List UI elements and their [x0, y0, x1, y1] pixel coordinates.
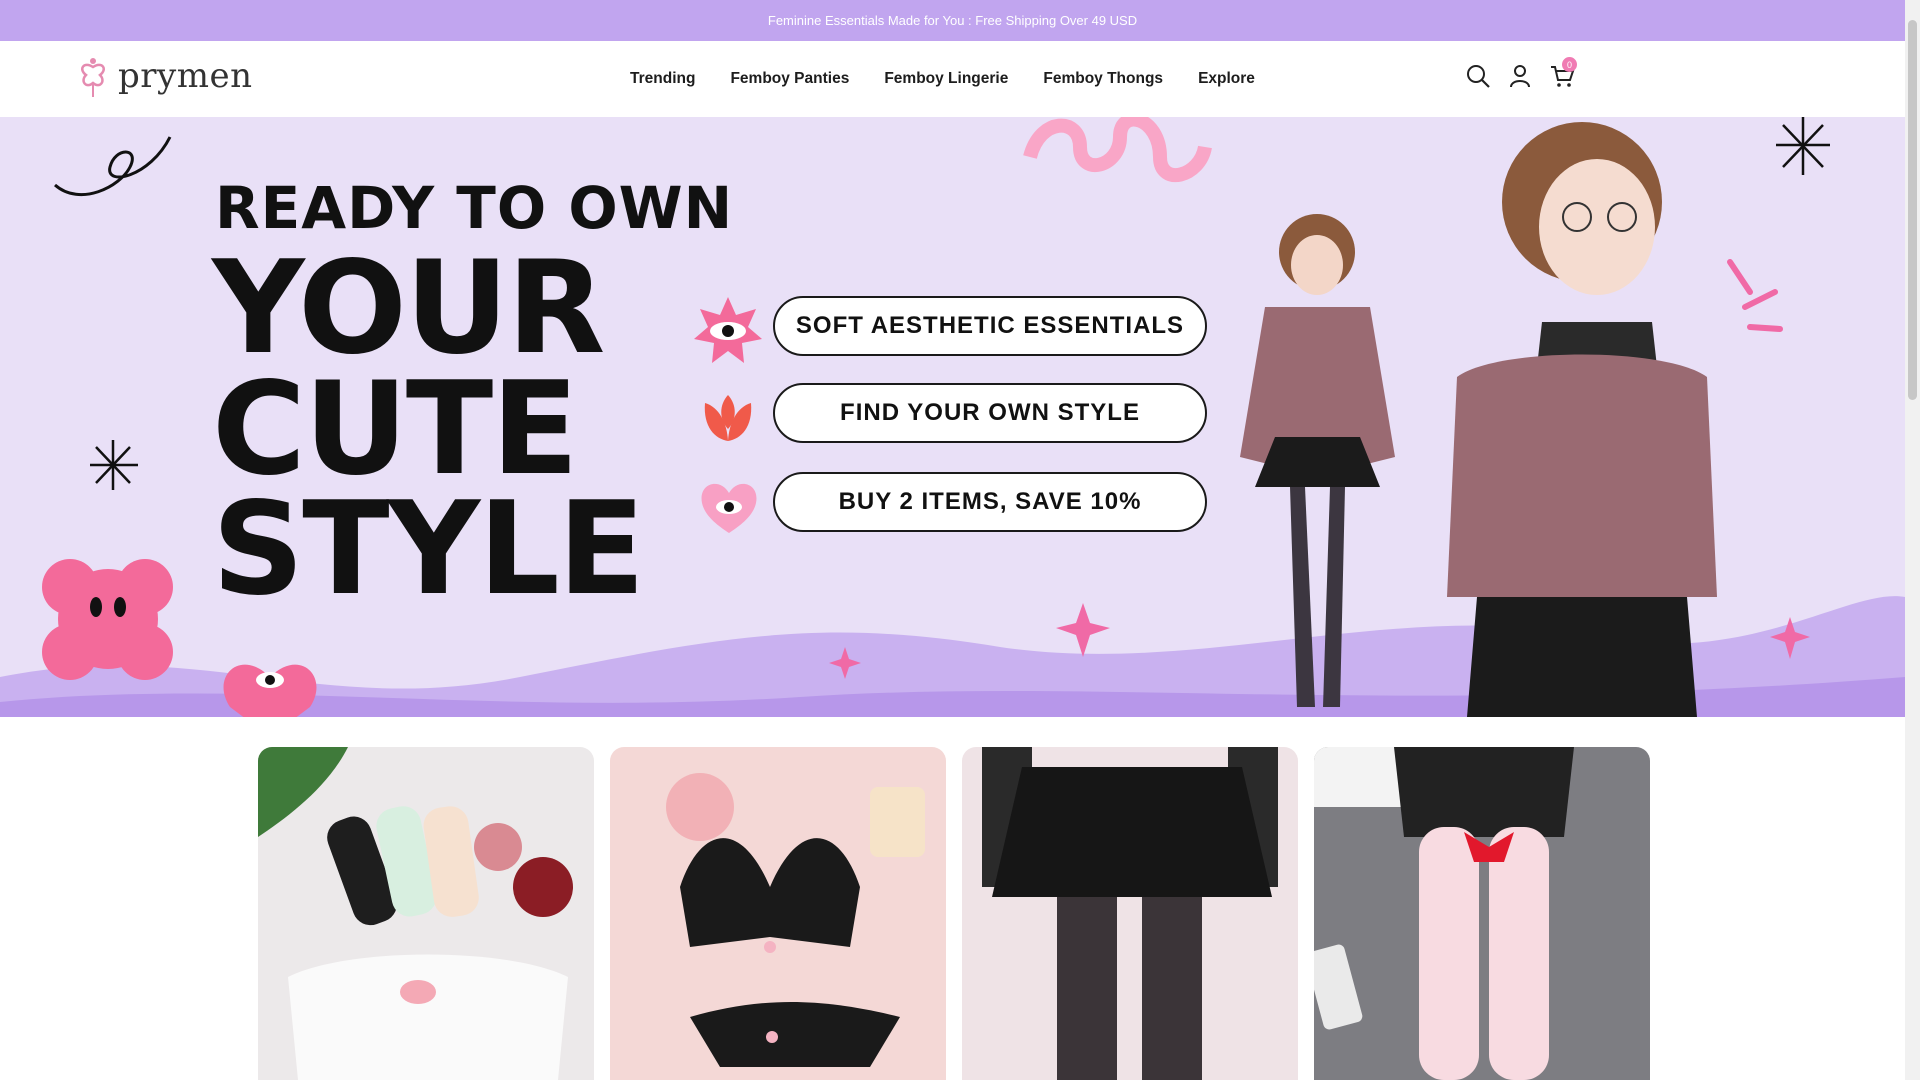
logo[interactable]: prymen [76, 53, 252, 99]
flower-logo-icon [81, 58, 105, 97]
product-card-skirt[interactable] [962, 747, 1298, 1080]
eye-star-icon [694, 297, 762, 363]
nav-trending[interactable]: Trending [630, 70, 695, 88]
nav-femboy-panties[interactable]: Femboy Panties [730, 70, 849, 88]
model-photo-small [1205, 197, 1430, 717]
nav-explore[interactable]: Explore [1198, 70, 1255, 88]
search-icon[interactable] [1465, 63, 1491, 89]
tulip-icon [704, 395, 752, 441]
site-header: prymen Trending Femboy Panties Femboy Li… [0, 41, 1905, 118]
hero-headline-small: READY TO OWN [215, 174, 734, 242]
pink-flower-icon [42, 559, 173, 680]
nav-femboy-thongs[interactable]: Femboy Thongs [1043, 70, 1163, 88]
logo-text: prymen [118, 56, 253, 96]
hero-headline-line2: YOUR [212, 234, 605, 383]
page-scrollbar[interactable] [1905, 0, 1920, 1080]
model-photo-large [1417, 117, 1717, 717]
pill-find-style[interactable]: FIND YOUR OWN STYLE [773, 383, 1207, 443]
header-icons: 0 [1465, 57, 1577, 89]
announcement-bar: Feminine Essentials Made for You : Free … [0, 0, 1905, 41]
cart-icon[interactable]: 0 [1549, 57, 1577, 89]
hero-headline-line4: STYLE [212, 475, 645, 624]
pill-soft-aesthetic[interactable]: SOFT AESTHETIC ESSENTIALS [773, 296, 1207, 356]
nav-femboy-lingerie[interactable]: Femboy Lingerie [884, 70, 1008, 88]
pill-buy-2-save[interactable]: BUY 2 ITEMS, SAVE 10% [773, 472, 1207, 532]
cart-count-badge: 0 [1562, 57, 1577, 72]
product-card-stockings[interactable] [1314, 747, 1650, 1080]
product-grid [258, 747, 1650, 1080]
heart-eye-icon [701, 483, 757, 533]
scrollbar-thumb[interactable] [1908, 20, 1917, 400]
hero-banner[interactable]: READY TO OWN YOUR CUTE STYLE SOFT AESTHE… [0, 117, 1905, 717]
product-card-panties[interactable] [258, 747, 594, 1080]
main-nav: Trending Femboy Panties Femboy Lingerie … [630, 41, 1255, 117]
announcement-text: Feminine Essentials Made for You : Free … [767, 13, 1138, 28]
product-card-lingerie[interactable] [610, 747, 946, 1080]
user-icon[interactable] [1507, 63, 1533, 89]
